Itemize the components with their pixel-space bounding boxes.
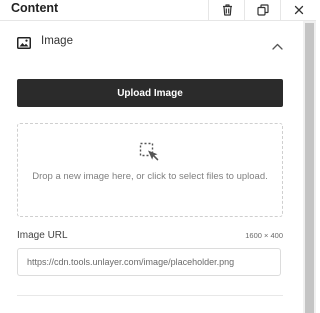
close-button[interactable]	[280, 0, 317, 20]
content-panel: Image Upload Image Drop a new image here…	[0, 21, 303, 313]
image-dropzone[interactable]: Drop a new image here, or click to selec…	[17, 123, 283, 217]
close-icon	[294, 5, 304, 15]
image-url-input[interactable]	[17, 248, 281, 276]
section-title: Image	[41, 35, 73, 47]
image-url-label: Image URL	[17, 230, 68, 241]
chevron-up-icon[interactable]	[272, 37, 283, 55]
scrollbar[interactable]	[303, 21, 316, 313]
drop-select-icon	[139, 142, 161, 169]
duplicate-icon	[257, 4, 269, 16]
trash-icon	[222, 4, 233, 16]
panel-title: Content	[11, 1, 59, 15]
scrollbar-thumb[interactable]	[305, 23, 314, 313]
image-dimensions: 1600 × 400	[245, 231, 283, 240]
divider	[17, 295, 283, 296]
image-icon	[17, 36, 31, 54]
panel-header: Content	[0, 0, 317, 21]
duplicate-button[interactable]	[244, 0, 281, 20]
delete-button[interactable]	[208, 0, 245, 20]
image-section-header[interactable]: Image	[0, 21, 303, 63]
upload-image-button[interactable]: Upload Image	[17, 79, 283, 107]
dropzone-instructions: Drop a new image here, or click to selec…	[32, 171, 268, 182]
